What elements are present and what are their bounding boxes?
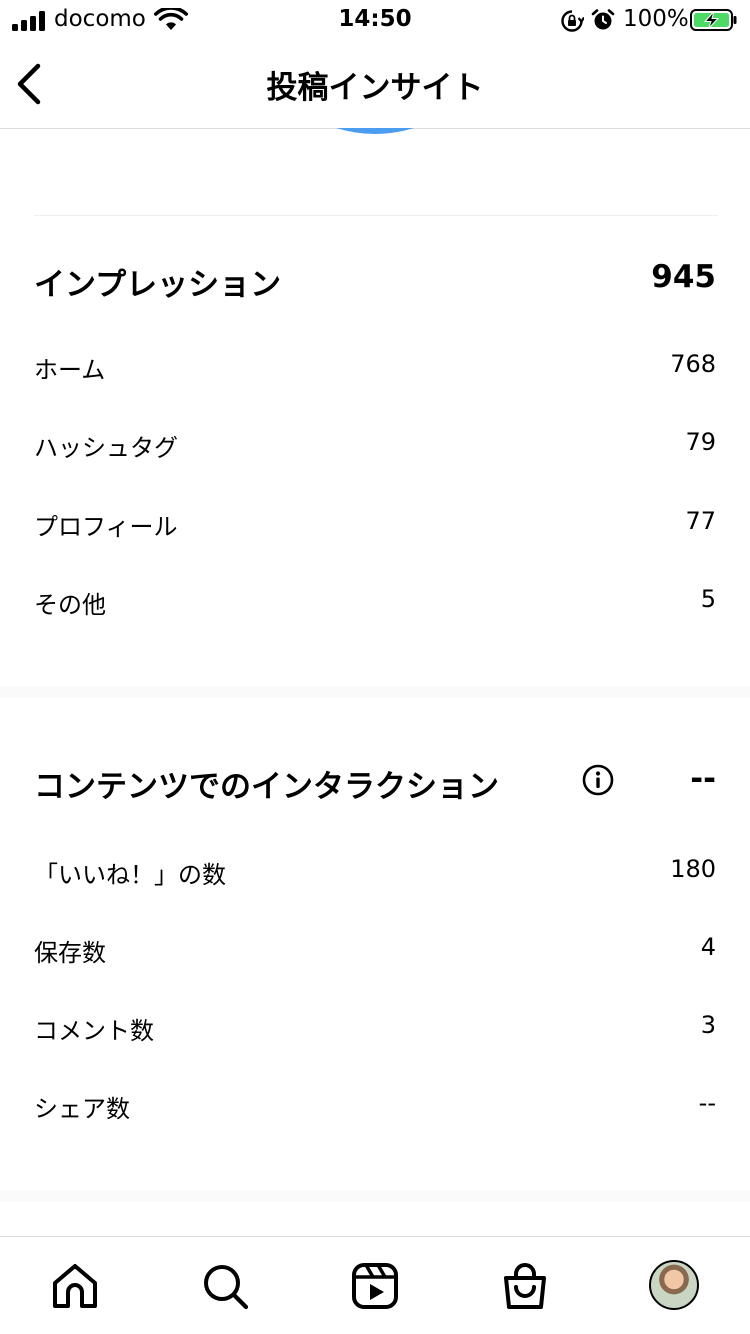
interactions-row-label: 「いいね！」の数 [34,861,226,889]
impressions-total: 945 [651,259,716,295]
post-insights-screen: docomo 14:50 100% 投稿インサイト インプレッション 945 ホ… [0,0,750,1334]
shop-icon[interactable] [500,1261,550,1311]
impressions-row-label: ハッシュタグ [34,434,178,462]
interactions-title: コンテンツでのインタラクション [34,769,499,805]
interactions-row-label: シェア数 [34,1095,130,1123]
alarm-icon [591,9,615,30]
impressions-title: インプレッション [34,267,282,303]
impressions-row-value: 77 [685,507,716,535]
bottom-tab-bar [0,1236,750,1334]
interactions-total: -- [690,761,716,797]
battery-charging-icon [690,9,737,31]
impressions-row-label: プロフィール [34,513,178,541]
interactions-row-value: -- [698,1089,716,1117]
section-separator [0,686,750,698]
interactions-row-label: 保存数 [34,939,106,967]
section-separator [0,1190,750,1202]
battery-percent: 100% [623,6,689,32]
search-icon[interactable] [200,1261,250,1311]
impressions-row-label: ホーム [34,356,106,384]
home-icon[interactable] [50,1261,100,1311]
impressions-row-label: その他 [34,591,106,619]
rotation-lock-icon [561,10,584,32]
profile-avatar[interactable] [649,1260,699,1310]
reels-icon[interactable] [350,1261,400,1311]
interactions-row-value: 180 [670,855,716,883]
impressions-row-value: 79 [685,428,716,456]
impressions-row-value: 5 [700,585,716,613]
chart-arc-remnant [336,128,414,134]
divider [34,215,718,216]
status-bar: docomo 14:50 100% [0,0,750,40]
interactions-row-value: 3 [700,1011,716,1039]
interactions-row-label: コメント数 [34,1017,154,1045]
info-icon[interactable] [582,764,614,796]
impressions-row-value: 768 [670,350,716,378]
interactions-row-value: 4 [700,933,716,961]
page-title: 投稿インサイト [266,70,484,106]
nav-header: 投稿インサイト [0,40,750,129]
